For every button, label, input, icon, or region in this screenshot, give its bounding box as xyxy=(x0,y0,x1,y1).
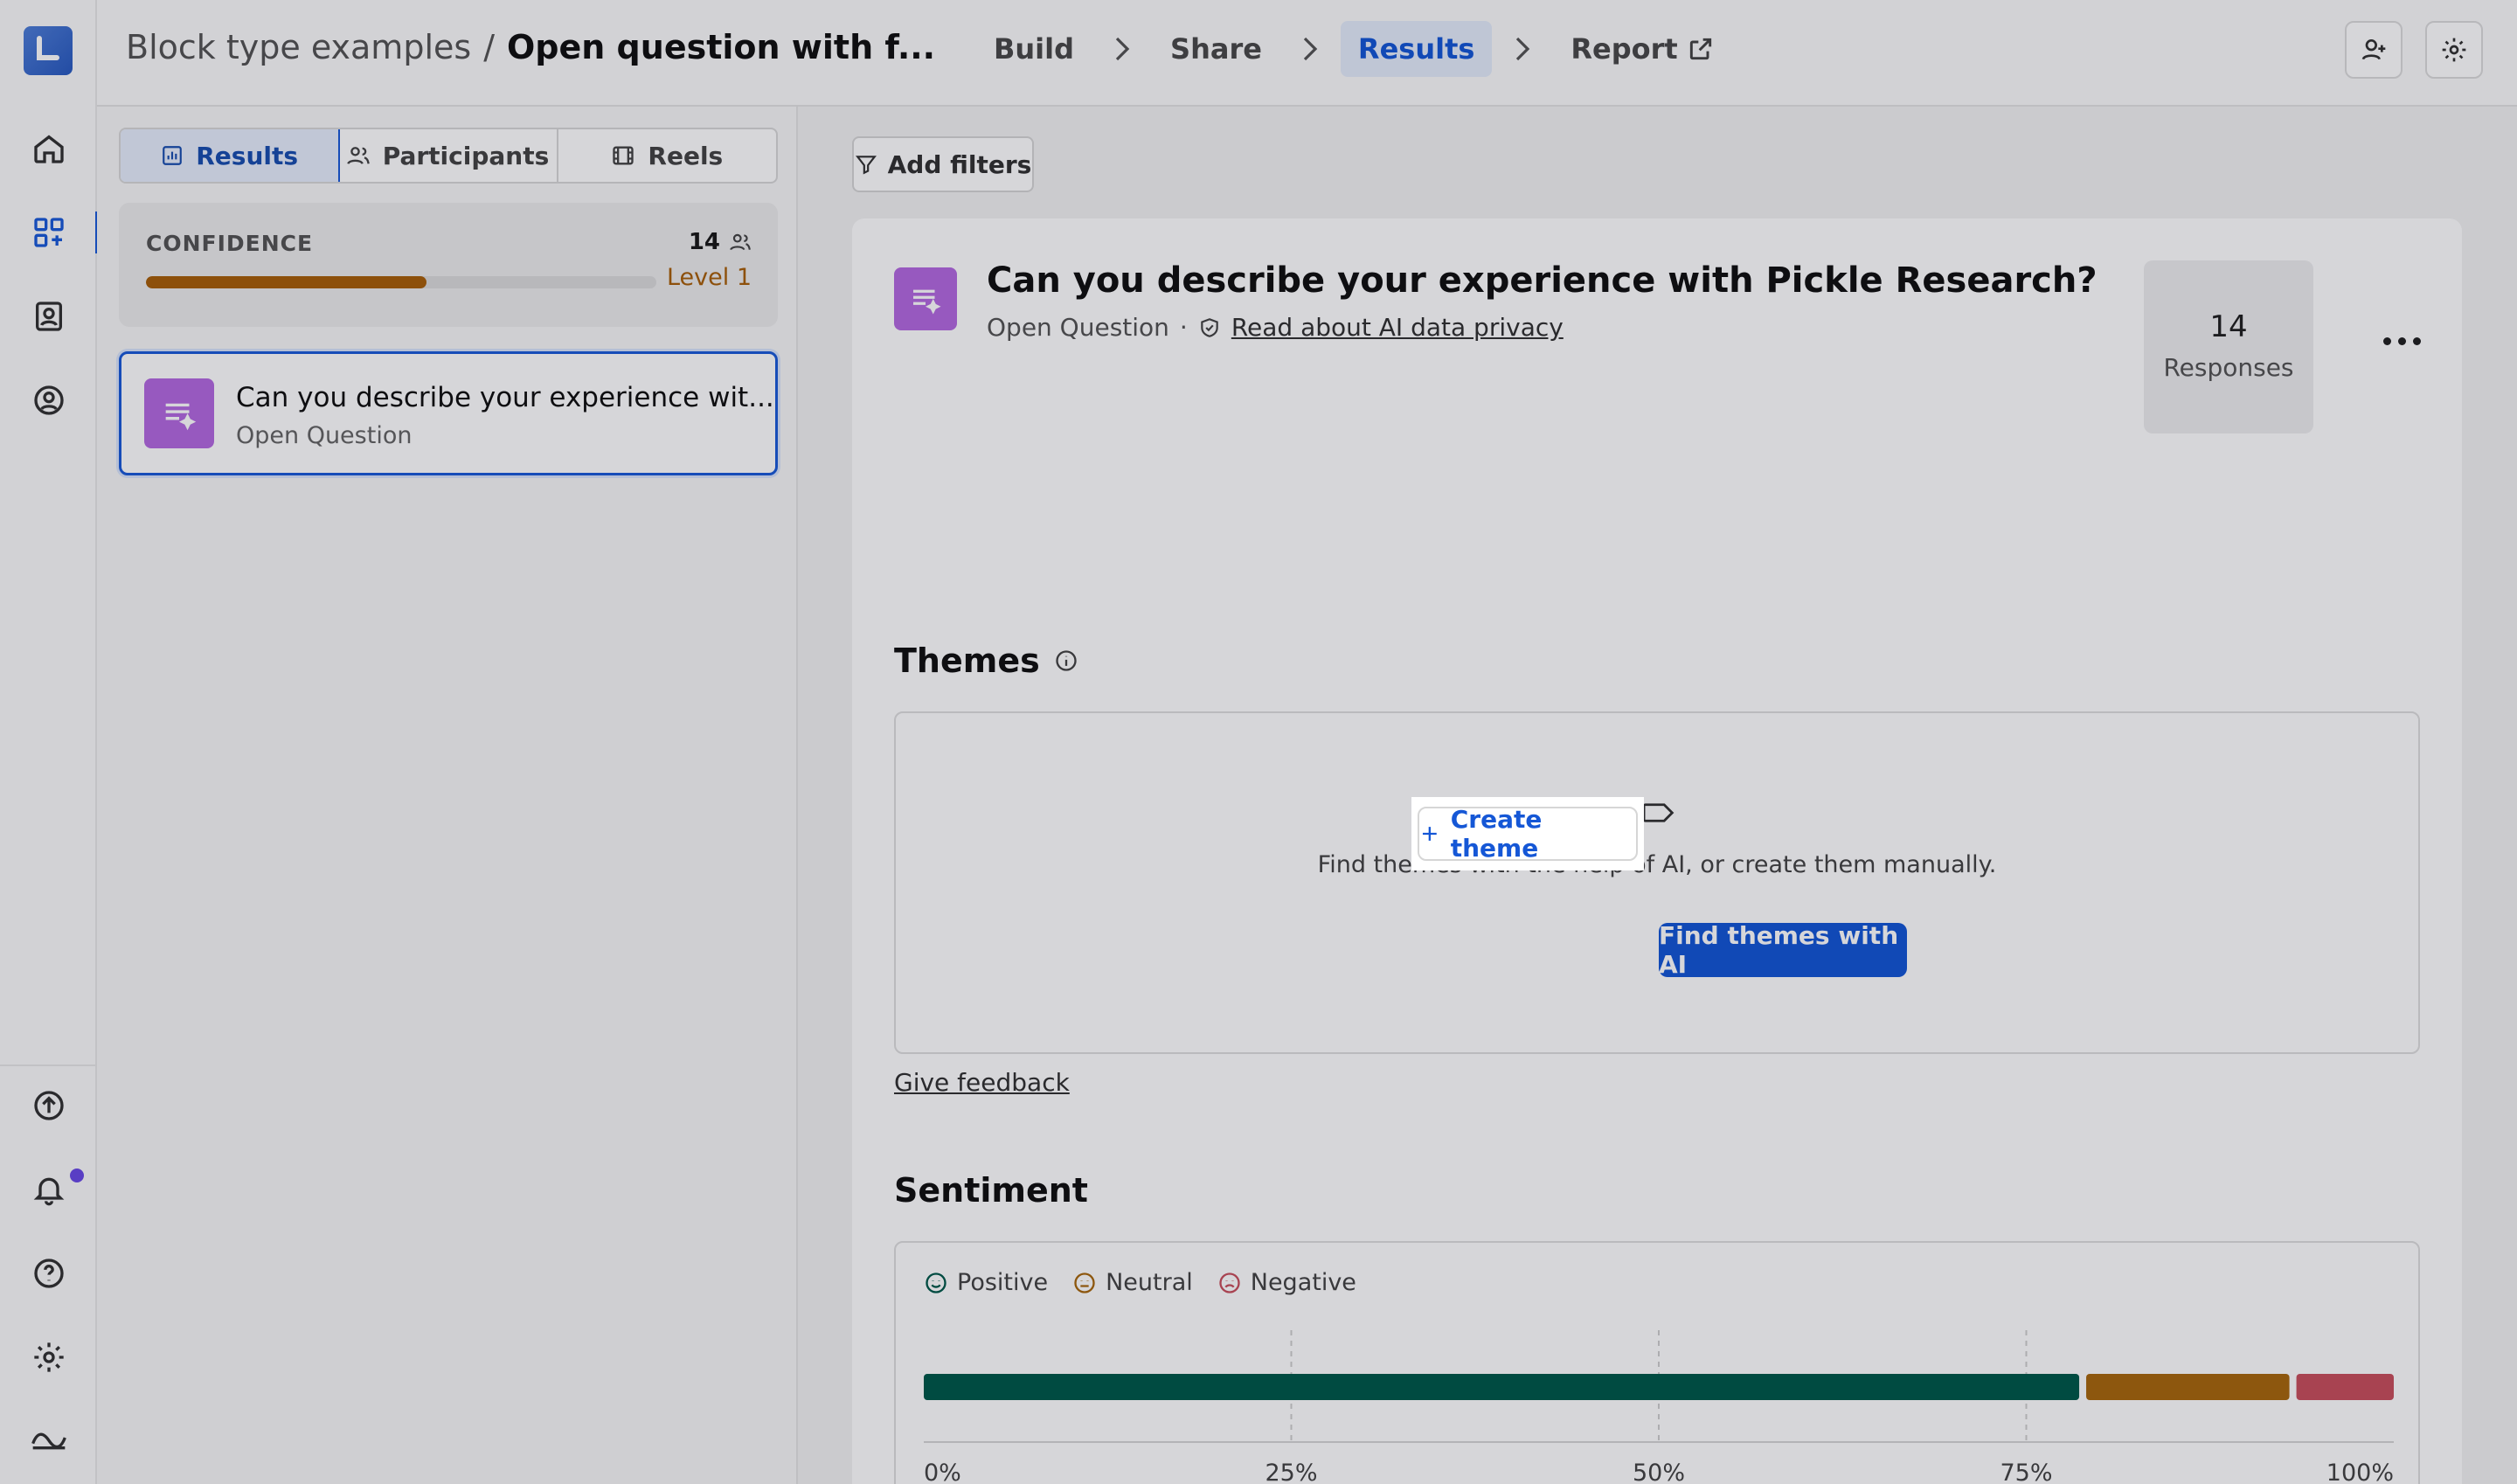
confidence-panel: CONFIDENCE 14 Level 1 xyxy=(119,203,778,327)
responses-stat: 14 Responses xyxy=(2144,260,2313,433)
participant-count: 14 xyxy=(689,229,752,255)
confidence-progress xyxy=(146,276,656,288)
study-settings-button[interactable] xyxy=(2425,21,2483,79)
frown-icon xyxy=(1219,1272,1240,1293)
blocks-panel: Results Participants Reels CONFIDENCE 14… xyxy=(97,107,798,1484)
app-logo[interactable] xyxy=(24,26,73,75)
themes-heading: Themes xyxy=(894,641,1078,680)
info-icon[interactable] xyxy=(1054,648,1078,673)
step-build[interactable]: Build xyxy=(976,21,1092,77)
confidence-level: Level 1 xyxy=(666,264,752,291)
breadcrumb-project[interactable]: Block type examples xyxy=(126,28,471,66)
studies-icon[interactable] xyxy=(24,208,98,257)
x-tick-label: 100% xyxy=(2326,1460,2394,1484)
gear-icon xyxy=(2442,38,2466,62)
create-theme-button[interactable]: Create theme xyxy=(1411,797,1644,870)
tag-icon xyxy=(1641,801,1676,825)
nav-rail xyxy=(0,0,98,1484)
breadcrumb-separator: / xyxy=(483,28,495,66)
question-meta: Open Question · Read about AI data priva… xyxy=(987,313,1564,342)
legend-neutral: Neutral xyxy=(1072,1269,1193,1296)
settings-icon[interactable] xyxy=(24,1333,73,1382)
themes-message: Find themes with the help of AI, or crea… xyxy=(1317,851,1997,878)
top-header: Block type examples / Open question with f… xyxy=(97,0,2517,107)
block-card-title: Can you describe your experience wit... xyxy=(236,382,774,413)
add-filters-button[interactable]: Add filters xyxy=(852,136,1034,192)
x-tick-label: 75% xyxy=(2000,1460,2052,1484)
block-card-type: Open Question xyxy=(236,422,413,449)
sentiment-heading: Sentiment xyxy=(894,1171,1088,1210)
bar-positive[interactable] xyxy=(924,1374,2080,1400)
question-results-card: Can you describe your experience with Pi… xyxy=(852,218,2462,1484)
bar-chart-icon xyxy=(163,146,183,165)
rail-divider xyxy=(0,1064,97,1066)
users-icon xyxy=(346,147,370,164)
bar-neutral[interactable] xyxy=(2086,1374,2290,1400)
sentiment-panel: Positive Neutral Negative 0% 25% 50% 75% 100… xyxy=(894,1241,2420,1484)
themes-empty-state: Find themes with the help of AI, or crea… xyxy=(894,711,2420,1054)
notification-dot xyxy=(70,1168,84,1182)
step-report[interactable]: Report xyxy=(1553,21,1731,77)
external-link-icon xyxy=(1689,38,1711,60)
x-tick-label: 25% xyxy=(1265,1460,1317,1484)
brand-mark-icon[interactable] xyxy=(24,1413,73,1462)
neutral-face-icon xyxy=(1074,1272,1095,1293)
open-question-icon xyxy=(144,378,214,448)
give-feedback-link[interactable]: Give feedback xyxy=(894,1068,1070,1097)
results-tabs: Results Participants Reels xyxy=(119,128,778,184)
chevron-right-icon xyxy=(1279,37,1341,61)
bell-icon[interactable] xyxy=(24,1165,73,1214)
smile-icon xyxy=(926,1272,946,1293)
chevron-right-icon xyxy=(1492,37,1553,61)
film-icon xyxy=(613,146,634,165)
open-question-icon xyxy=(894,267,957,330)
responses-label: Responses xyxy=(2163,353,2294,382)
tab-reels[interactable]: Reels xyxy=(558,129,776,182)
plus-icon xyxy=(1422,827,1437,841)
meta-separator: · xyxy=(1179,313,1188,342)
bar-negative[interactable] xyxy=(2296,1374,2394,1400)
sentiment-legend: Positive Neutral Negative xyxy=(924,1269,1356,1296)
question-type: Open Question xyxy=(987,313,1169,342)
find-themes-ai-button[interactable]: Find themes with AI xyxy=(1659,921,1907,979)
help-icon[interactable] xyxy=(24,1249,73,1298)
x-tick-label: 0% xyxy=(924,1460,961,1484)
results-main: Add filters Can you describe your experi… xyxy=(798,107,2517,1484)
users-icon xyxy=(730,233,751,251)
more-options-button[interactable] xyxy=(2371,323,2432,358)
step-share[interactable]: Share xyxy=(1153,21,1279,77)
invite-user-button[interactable] xyxy=(2345,21,2403,79)
x-tick-label: 50% xyxy=(1633,1460,1685,1484)
sentiment-chart: 0% 25% 50% 75% 100% xyxy=(924,1330,2394,1484)
ai-privacy-link[interactable]: Read about AI data privacy xyxy=(1231,313,1564,342)
tab-participants[interactable]: Participants xyxy=(338,129,558,182)
confidence-label: CONFIDENCE xyxy=(146,231,314,256)
filter-icon xyxy=(855,156,877,175)
legend-positive: Positive xyxy=(924,1269,1048,1296)
home-icon[interactable] xyxy=(24,124,73,173)
workflow-steps: Build Share Results Report xyxy=(976,21,1732,77)
chevron-right-icon xyxy=(1092,37,1153,61)
add-user-icon xyxy=(2361,39,2386,60)
block-card-open-question[interactable]: Can you describe your experience wit... … xyxy=(119,351,778,475)
legend-negative: Negative xyxy=(1217,1269,1356,1296)
breadcrumb: Block type examples / Open question with f… xyxy=(126,28,935,66)
billing-user-icon[interactable] xyxy=(24,376,73,425)
step-results[interactable]: Results xyxy=(1340,21,1493,77)
question-title: Can you describe your experience with Pi… xyxy=(987,260,2098,301)
confidence-progress-fill xyxy=(146,276,427,288)
responses-count: 14 xyxy=(2209,309,2248,344)
tab-results[interactable]: Results xyxy=(121,129,341,182)
breadcrumb-current[interactable]: Open question with f... xyxy=(507,28,935,66)
panel-icon[interactable] xyxy=(24,292,73,341)
upgrade-icon[interactable] xyxy=(24,1081,73,1130)
shield-check-icon xyxy=(1201,317,1218,337)
